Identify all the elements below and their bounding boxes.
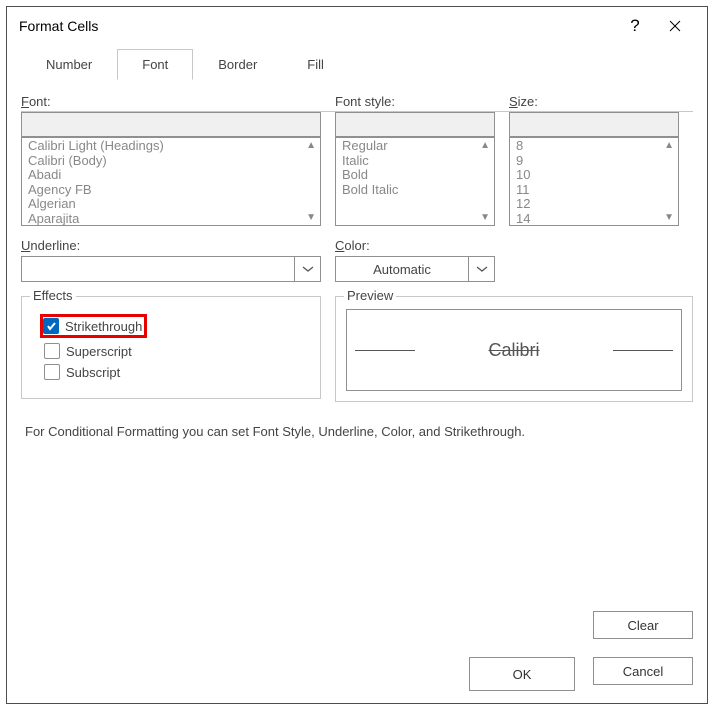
scroll-down-icon[interactable]: ▼ bbox=[664, 212, 674, 223]
format-cells-dialog: Format Cells ? Number Font Border Fill F… bbox=[6, 6, 708, 704]
preview-text: Calibri bbox=[488, 340, 539, 361]
note-text: For Conditional Formatting you can set F… bbox=[25, 424, 689, 439]
font-style-list[interactable]: ▲ Regular Italic Bold Bold Italic ▼ bbox=[335, 137, 495, 226]
scroll-up-icon[interactable]: ▲ bbox=[480, 140, 490, 151]
scroll-down-icon[interactable]: ▼ bbox=[306, 212, 316, 223]
close-button[interactable] bbox=[655, 11, 695, 41]
scroll-down-icon[interactable]: ▼ bbox=[480, 212, 490, 223]
color-value: Automatic bbox=[336, 257, 468, 281]
list-item[interactable]: Aparajita bbox=[28, 212, 320, 227]
preview-line bbox=[613, 350, 673, 351]
tab-strip: Number Font Border Fill bbox=[21, 49, 707, 80]
size-list[interactable]: ▲ 8 9 10 11 12 14 ▼ bbox=[509, 137, 679, 226]
underline-value bbox=[22, 257, 294, 281]
size-input[interactable] bbox=[509, 112, 679, 137]
clear-button[interactable]: Clear bbox=[593, 611, 693, 639]
cancel-button[interactable]: Cancel bbox=[593, 657, 693, 685]
strikethrough-checkbox[interactable] bbox=[43, 318, 59, 334]
preview-box: Calibri bbox=[346, 309, 682, 391]
list-item[interactable]: Abadi bbox=[28, 168, 320, 183]
preview-line bbox=[355, 350, 415, 351]
help-button[interactable]: ? bbox=[615, 11, 655, 41]
strikethrough-highlight: Strikethrough bbox=[40, 314, 147, 338]
preview-label: Preview bbox=[344, 288, 396, 303]
list-item[interactable]: Italic bbox=[342, 154, 494, 169]
color-combo[interactable]: Automatic bbox=[335, 256, 495, 282]
effects-label: Effects bbox=[30, 288, 76, 303]
list-item[interactable]: Bold bbox=[342, 168, 494, 183]
titlebar: Format Cells ? bbox=[7, 7, 707, 45]
font-panel: Font: ▲ Calibri Light (Headings) Calibri… bbox=[7, 80, 707, 439]
dialog-title: Format Cells bbox=[19, 18, 98, 34]
underline-label: Underline: bbox=[21, 238, 321, 253]
ok-button[interactable]: OK bbox=[469, 657, 575, 691]
superscript-checkbox[interactable] bbox=[44, 343, 60, 359]
list-item[interactable]: 8 bbox=[516, 139, 678, 154]
scroll-up-icon[interactable]: ▲ bbox=[306, 140, 316, 151]
superscript-label: Superscript bbox=[66, 344, 132, 359]
list-item[interactable]: Bold Italic bbox=[342, 183, 494, 198]
font-input[interactable] bbox=[21, 112, 321, 137]
size-label: Size: bbox=[509, 94, 679, 109]
chevron-down-icon[interactable] bbox=[294, 257, 320, 281]
chevron-down-icon[interactable] bbox=[468, 257, 494, 281]
scroll-up-icon[interactable]: ▲ bbox=[664, 140, 674, 151]
list-item[interactable]: 12 bbox=[516, 197, 678, 212]
subscript-checkbox[interactable] bbox=[44, 364, 60, 380]
effects-group: Effects Strikethrough Superscript Subscr bbox=[21, 296, 321, 399]
tab-fill[interactable]: Fill bbox=[282, 49, 349, 80]
list-item[interactable]: Calibri (Body) bbox=[28, 154, 320, 169]
list-item[interactable]: Algerian bbox=[28, 197, 320, 212]
footer: Clear OK Cancel bbox=[469, 611, 693, 691]
list-item[interactable]: Regular bbox=[342, 139, 494, 154]
color-label: Color: bbox=[335, 238, 495, 253]
font-list[interactable]: ▲ Calibri Light (Headings) Calibri (Body… bbox=[21, 137, 321, 226]
list-item[interactable]: Calibri Light (Headings) bbox=[28, 139, 320, 154]
font-style-input[interactable] bbox=[335, 112, 495, 137]
list-item[interactable]: 14 bbox=[516, 212, 678, 227]
tab-border[interactable]: Border bbox=[193, 49, 282, 80]
font-style-label: Font style: bbox=[335, 94, 495, 109]
close-icon bbox=[669, 20, 681, 32]
strikethrough-label: Strikethrough bbox=[65, 319, 142, 334]
subscript-label: Subscript bbox=[66, 365, 120, 380]
list-item[interactable]: 10 bbox=[516, 168, 678, 183]
tab-number[interactable]: Number bbox=[21, 49, 117, 80]
tab-font[interactable]: Font bbox=[117, 49, 193, 80]
list-item[interactable]: Agency FB bbox=[28, 183, 320, 198]
list-item[interactable]: 9 bbox=[516, 154, 678, 169]
preview-group: Preview Calibri bbox=[335, 296, 693, 402]
underline-combo[interactable] bbox=[21, 256, 321, 282]
list-item[interactable]: 11 bbox=[516, 183, 678, 198]
font-label: Font: bbox=[21, 94, 321, 109]
